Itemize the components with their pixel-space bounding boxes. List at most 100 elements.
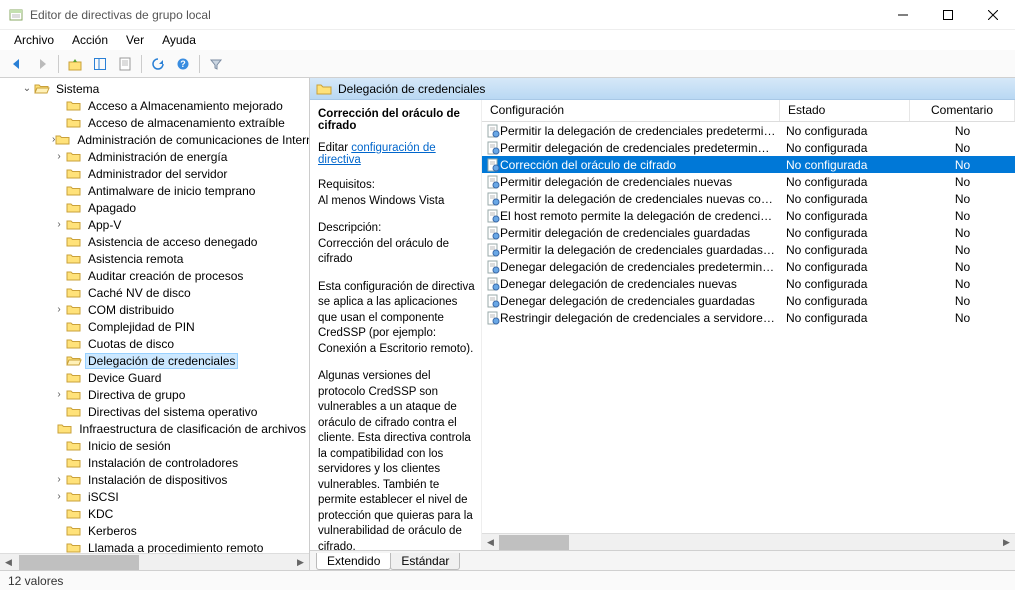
scroll-thumb[interactable] (499, 535, 569, 550)
tree-node[interactable]: Device Guard (4, 369, 309, 386)
toolbar-separator (199, 55, 200, 73)
tree-node-label: Device Guard (85, 371, 164, 385)
folder-icon (66, 388, 82, 402)
tree-node[interactable]: Delegación de credenciales (4, 352, 309, 369)
properties-button[interactable] (114, 53, 136, 75)
scroll-right-arrow[interactable]: ▶ (998, 537, 1015, 548)
tree-node[interactable]: Cuotas de disco (4, 335, 309, 352)
tree-node[interactable]: Administrador del servidor (4, 165, 309, 182)
show-hide-tree-button[interactable] (89, 53, 111, 75)
policy-row[interactable]: Permitir la delegación de credenciales n… (482, 190, 1015, 207)
folder-icon (66, 524, 82, 538)
col-header-estado[interactable]: Estado (780, 100, 910, 121)
col-header-comentario[interactable]: Comentario (910, 100, 1015, 121)
expand-icon[interactable]: › (52, 304, 66, 315)
up-button[interactable] (64, 53, 86, 75)
policy-row[interactable]: Denegar delegación de credenciales guard… (482, 292, 1015, 309)
tree-node[interactable]: Acceso a Almacenamiento mejorado (4, 97, 309, 114)
tree[interactable]: ⌄Sistema Acceso a Almacenamiento mejorado… (0, 78, 309, 553)
expand-icon[interactable]: › (52, 389, 66, 400)
tree-node-root[interactable]: ⌄Sistema (4, 80, 309, 97)
tree-node[interactable]: › Administración de energía (4, 148, 309, 165)
refresh-button[interactable] (147, 53, 169, 75)
menu-ayuda[interactable]: Ayuda (154, 31, 204, 49)
folder-icon (66, 354, 82, 368)
policy-row[interactable]: Permitir delegación de credenciales nuev… (482, 173, 1015, 190)
back-button[interactable] (6, 53, 28, 75)
tree-node-label: Administración de energía (85, 150, 230, 164)
tree-node[interactable]: Asistencia de acceso denegado (4, 233, 309, 250)
policy-state: No configurada (780, 277, 910, 291)
policy-row[interactable]: Permitir delegación de credenciales guar… (482, 224, 1015, 241)
policy-icon (482, 311, 500, 325)
policy-row[interactable]: Denegar delegación de credenciales prede… (482, 258, 1015, 275)
tree-node-label: Infraestructura de clasificación de arch… (76, 422, 309, 436)
close-button[interactable] (970, 0, 1015, 30)
filter-button[interactable] (205, 53, 227, 75)
policy-comment: No (910, 260, 1015, 274)
tree-node[interactable]: Instalación de controladores (4, 454, 309, 471)
tree-node[interactable]: Auditar creación de procesos (4, 267, 309, 284)
tree-node[interactable]: Complejidad de PIN (4, 318, 309, 335)
tree-node[interactable]: Acceso de almacenamiento extraíble (4, 114, 309, 131)
policy-list[interactable]: Permitir la delegación de credenciales p… (482, 122, 1015, 533)
policy-row[interactable]: Permitir la delegación de credenciales p… (482, 122, 1015, 139)
scroll-left-arrow[interactable]: ◀ (0, 557, 17, 568)
right-pane: Delegación de credenciales Corrección de… (310, 78, 1015, 570)
tree-node[interactable]: Infraestructura de clasificación de arch… (4, 420, 309, 437)
expand-icon[interactable]: › (52, 151, 66, 162)
tree-node[interactable]: ›Directiva de grupo (4, 386, 309, 403)
collapse-icon[interactable]: ⌄ (20, 83, 34, 94)
minimize-button[interactable] (880, 0, 925, 30)
policy-comment: No (910, 158, 1015, 172)
tab-standard[interactable]: Estándar (390, 553, 460, 570)
expand-icon[interactable]: › (52, 491, 66, 502)
tree-node[interactable]: Kerberos (4, 522, 309, 539)
policy-row[interactable]: Permitir delegación de credenciales pred… (482, 139, 1015, 156)
folder-icon (66, 235, 82, 249)
menu-archivo[interactable]: Archivo (6, 31, 62, 49)
folder-icon (66, 201, 82, 215)
folder-icon (66, 456, 82, 470)
tree-node[interactable]: ›Administración de comunicaciones de Int… (4, 131, 309, 148)
menu-accion[interactable]: Acción (64, 31, 116, 49)
policy-state: No configurada (780, 243, 910, 257)
tree-node[interactable]: Antimalware de inicio temprano (4, 182, 309, 199)
tree-node[interactable]: › App-V (4, 216, 309, 233)
tree-node-label: Acceso a Almacenamiento mejorado (85, 99, 286, 113)
tree-node[interactable]: Llamada a procedimiento remoto (4, 539, 309, 553)
policy-row[interactable]: Permitir la delegación de credenciales g… (482, 241, 1015, 258)
tree-node[interactable]: KDC (4, 505, 309, 522)
horizontal-scrollbar-left[interactable]: ◀ ▶ (0, 553, 309, 570)
tree-node[interactable]: ›Instalación de dispositivos (4, 471, 309, 488)
tree-node[interactable]: ›COM distribuido (4, 301, 309, 318)
policy-state: No configurada (780, 124, 910, 138)
tree-node[interactable]: Asistencia remota (4, 250, 309, 267)
policy-state: No configurada (780, 226, 910, 240)
policy-row[interactable]: Denegar delegación de credenciales nueva… (482, 275, 1015, 292)
scroll-left-arrow[interactable]: ◀ (482, 537, 499, 548)
tree-node[interactable]: ›iSCSI (4, 488, 309, 505)
folder-icon (66, 405, 82, 419)
expand-icon[interactable]: › (52, 219, 66, 230)
tree-node-label: Acceso de almacenamiento extraíble (85, 116, 288, 130)
tree-node-label: App-V (85, 218, 124, 232)
policy-row[interactable]: Restringir delegación de credenciales a … (482, 309, 1015, 326)
forward-button[interactable] (31, 53, 53, 75)
tab-extended[interactable]: Extendido (316, 553, 391, 570)
tree-node[interactable]: Apagado (4, 199, 309, 216)
policy-row[interactable]: El host remoto permite la delegación de … (482, 207, 1015, 224)
col-header-config[interactable]: Configuración (482, 100, 780, 121)
horizontal-scrollbar-right[interactable]: ◀ ▶ (482, 533, 1015, 550)
tree-node[interactable]: Inicio de sesión (4, 437, 309, 454)
policy-row[interactable]: Corrección del oráculo de cifradoNo conf… (482, 156, 1015, 173)
scroll-right-arrow[interactable]: ▶ (292, 557, 309, 568)
tree-node-label: Instalación de controladores (85, 456, 241, 470)
expand-icon[interactable]: › (52, 474, 66, 485)
scroll-thumb[interactable] (19, 555, 139, 570)
maximize-button[interactable] (925, 0, 970, 30)
tree-node[interactable]: Directivas del sistema operativo (4, 403, 309, 420)
tree-node[interactable]: Caché NV de disco (4, 284, 309, 301)
help-button[interactable]: ? (172, 53, 194, 75)
menu-ver[interactable]: Ver (118, 31, 152, 49)
